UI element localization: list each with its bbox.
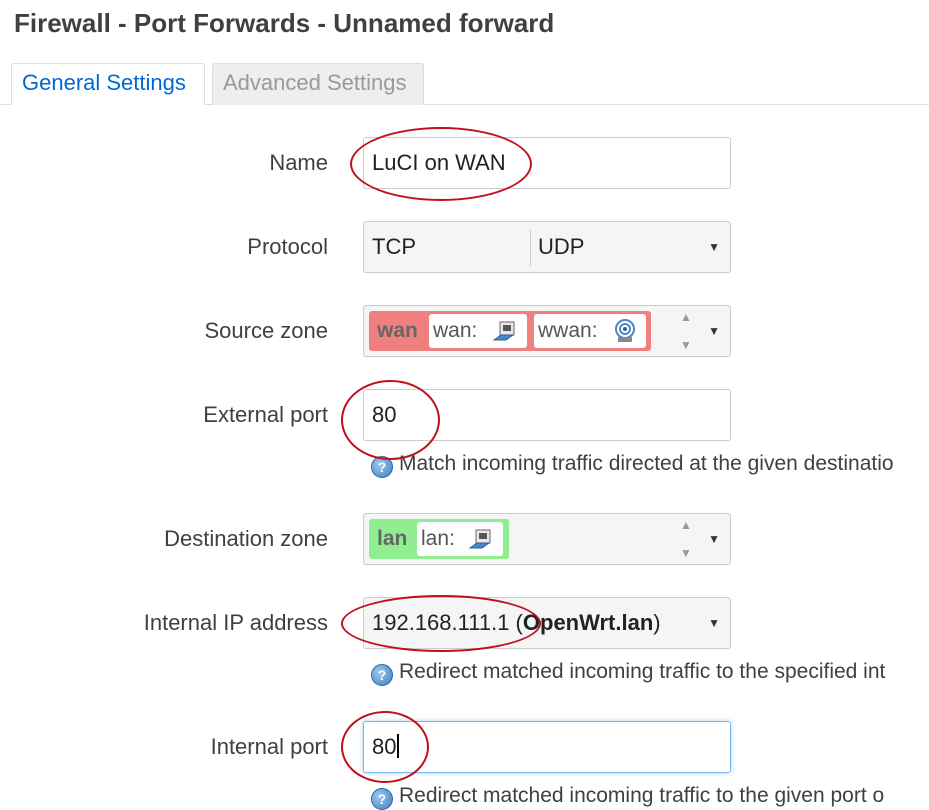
external-port-label: External port	[203, 402, 328, 427]
tab-general-settings[interactable]: General Settings	[11, 63, 205, 105]
internal-port-value: 80	[372, 734, 397, 759]
wireless-icon	[615, 319, 635, 342]
zone-badge-wan: wan wan: wwan:	[369, 311, 651, 351]
protocol-select[interactable]: TCP UDP ▼	[363, 221, 731, 273]
internal-ip-select[interactable]: 192.168.111.1 (OpenWrt.lan) ▼	[363, 597, 731, 649]
help-text: Match incoming traffic directed at the g…	[399, 452, 894, 475]
protocol-label: Protocol	[247, 234, 328, 259]
network-chip-wan: wan:	[429, 314, 527, 348]
external-port-help: ? Match incoming traffic directed at the …	[371, 452, 894, 478]
zone-badge-lan: lan lan:	[369, 519, 509, 559]
name-label: Name	[269, 150, 328, 175]
ethernet-port-icon	[468, 529, 491, 549]
network-chip-wwan: wwan:	[534, 314, 646, 348]
network-chip-lan: lan:	[417, 522, 503, 556]
network-label: wwan:	[538, 319, 598, 342]
help-icon: ?	[371, 664, 393, 686]
name-input-value: LuCI on WAN	[372, 150, 506, 175]
chevron-down-icon: ▼	[708, 532, 720, 546]
chevron-down-icon: ▼	[708, 324, 720, 338]
network-label: wan:	[433, 319, 478, 342]
text-cursor	[397, 734, 399, 758]
destination-zone-select[interactable]: lan lan: ▲ ▼ ▼	[363, 513, 731, 565]
external-port-input[interactable]: 80	[363, 389, 731, 441]
page-title: Firewall - Port Forwards - Unnamed forwa…	[14, 8, 555, 38]
tab-advanced-settings[interactable]: Advanced Settings	[212, 63, 424, 105]
internal-port-help: ? Redirect matched incoming traffic to th…	[371, 784, 884, 810]
chevron-down-icon: ▼	[708, 240, 720, 254]
help-text: Redirect matched incoming traffic to the…	[399, 660, 886, 683]
zone-name: wan	[377, 319, 418, 342]
destination-zone-label: Destination zone	[164, 526, 328, 551]
help-icon: ?	[371, 788, 393, 810]
external-port-value: 80	[372, 402, 397, 427]
help-icon: ?	[371, 456, 393, 478]
protocol-option-tcp: TCP	[372, 234, 416, 259]
source-zone-select[interactable]: wan wan: wwan: ▲ ▼ ▼	[363, 305, 731, 357]
internal-ip-label: Internal IP address	[143, 610, 328, 635]
protocol-option-udp: UDP	[538, 234, 585, 259]
internal-port-input[interactable]: 80	[363, 721, 731, 773]
ethernet-port-icon	[492, 321, 515, 341]
internal-ip-help: ? Redirect matched incoming traffic to th…	[371, 660, 885, 686]
spinner-icon: ▲ ▼	[680, 310, 692, 352]
name-input[interactable]: LuCI on WAN	[363, 137, 731, 189]
internal-port-label: Internal port	[210, 734, 328, 759]
internal-ip-value: 192.168.111.1 (OpenWrt.lan)	[372, 610, 661, 635]
network-label: lan:	[421, 527, 455, 550]
protocol-separator	[530, 230, 531, 266]
chevron-down-icon: ▼	[708, 616, 720, 630]
source-zone-label: Source zone	[204, 318, 328, 343]
spinner-icon: ▲ ▼	[680, 518, 692, 560]
zone-name: lan	[377, 527, 408, 550]
